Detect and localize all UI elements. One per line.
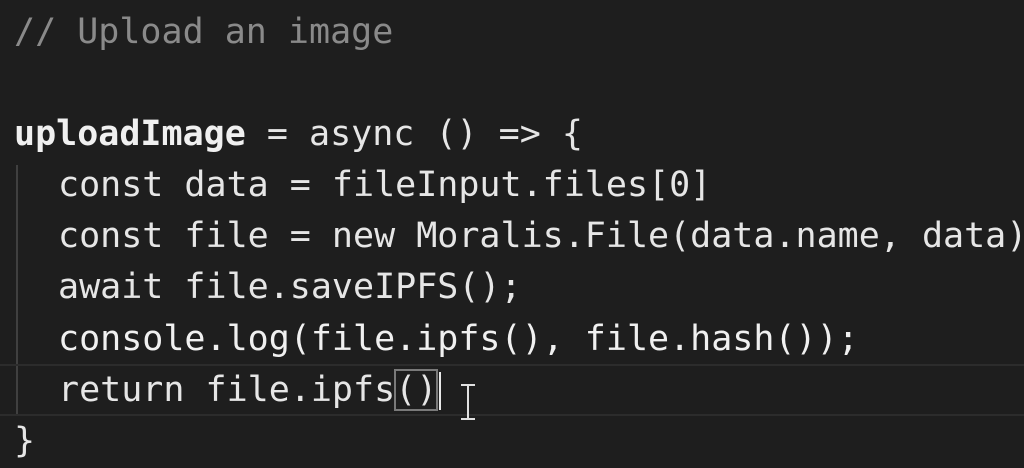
code-line-return: return file.ipfs() [58,364,442,416]
ibeam-cursor-icon [458,382,478,422]
code-line-await: await file.saveIPFS(); [58,267,522,307]
function-signature: = async () => { [245,114,583,154]
code-line-comment: // Upload an image [14,12,394,52]
function-name: uploadImage [14,114,246,154]
code-line-close-brace: } [14,421,36,461]
code-line-console-log: console.log(file.ipfs(), file.hash()); [58,319,859,359]
return-text: return file.ipfs [58,370,396,410]
bracket-match-highlight: () [394,369,439,411]
code-editor[interactable]: // Upload an image uploadImage = async (… [0,0,1024,468]
text-caret [439,372,442,410]
code-line-const-data: const data = fileInput.files[0] [58,165,712,205]
code-line-const-file: const file = new Moralis.File(data.name,… [58,216,1024,256]
code-line-declaration: uploadImage = async () => { [14,108,583,160]
